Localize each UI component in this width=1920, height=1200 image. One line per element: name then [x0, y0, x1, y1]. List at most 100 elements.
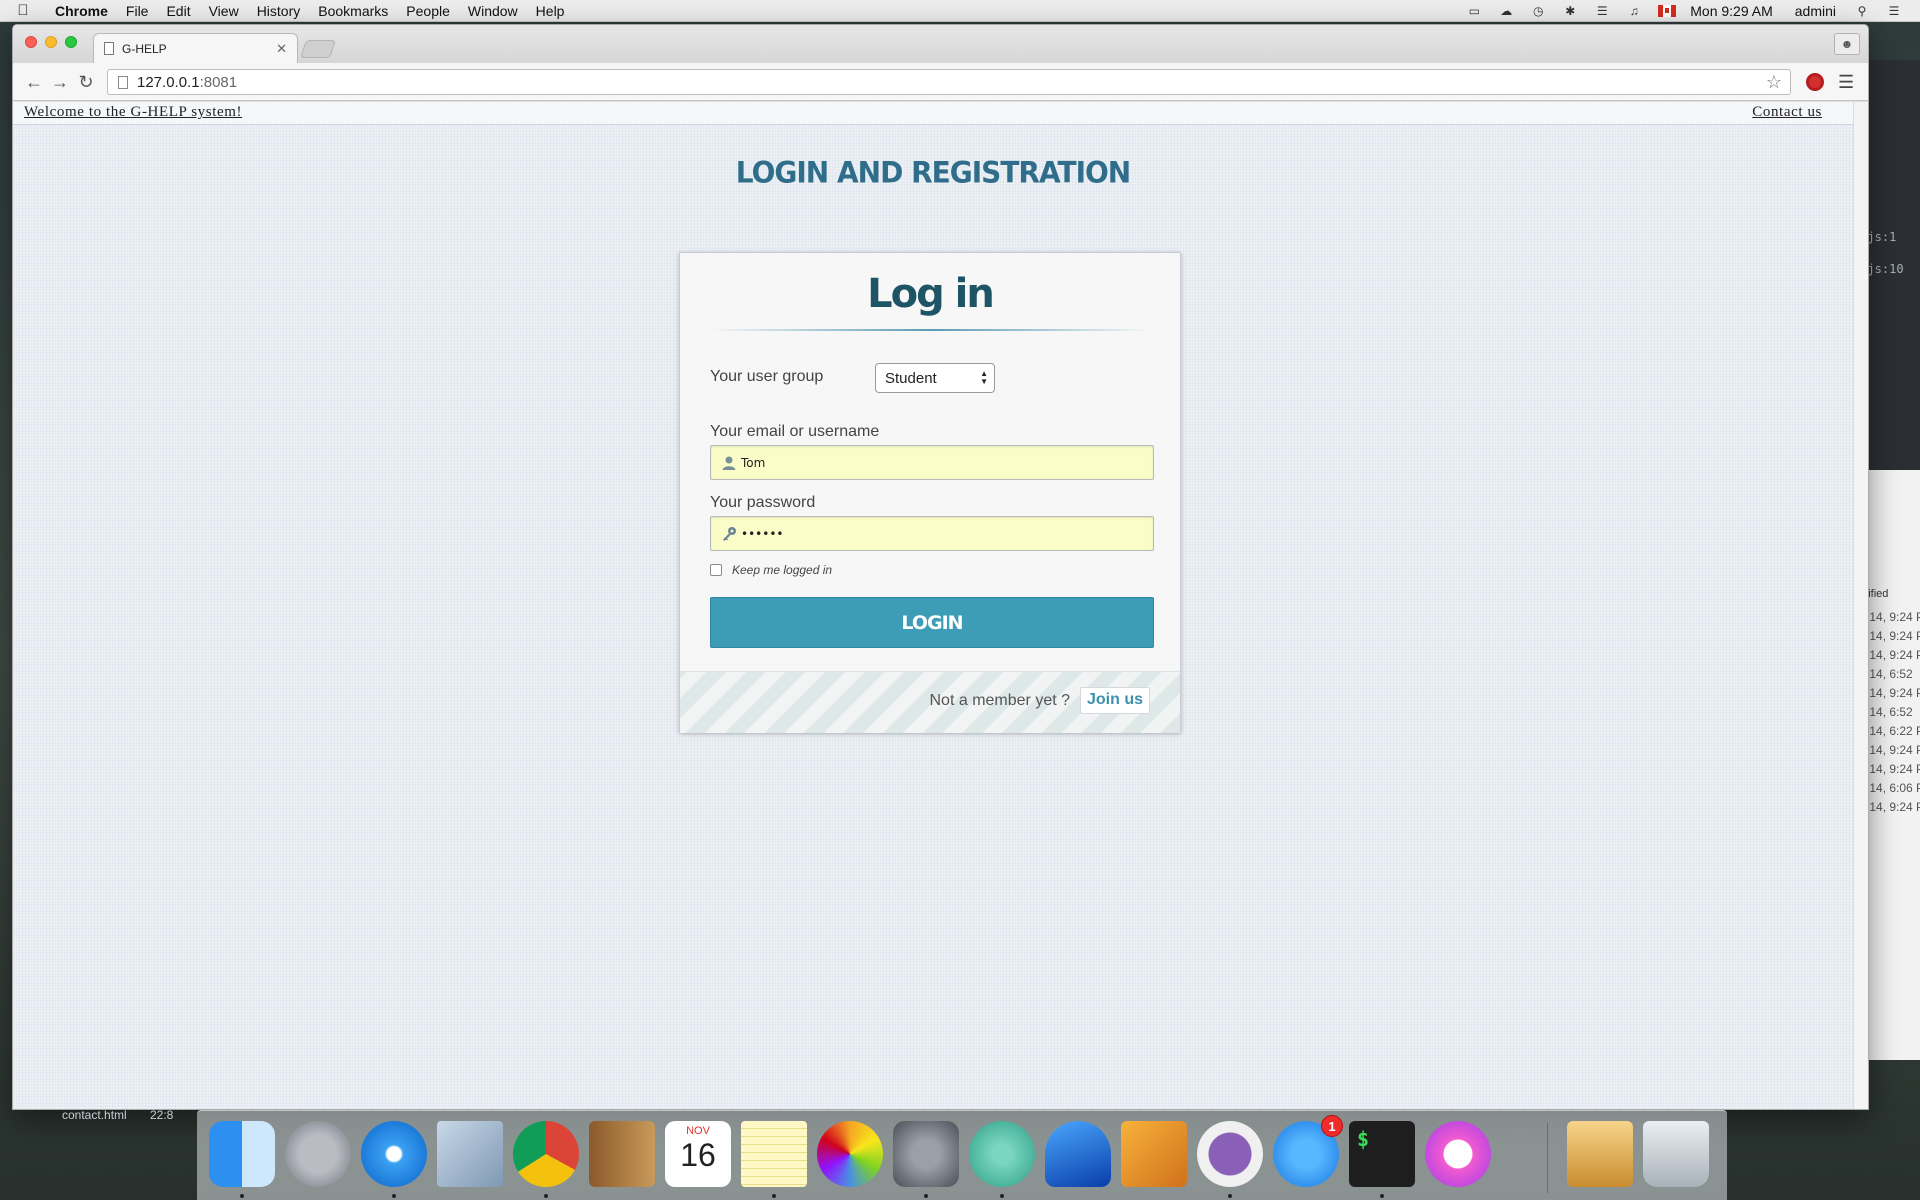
site-top-bar: Welcome to the G-HELP system! Contact us	[13, 102, 1853, 125]
minimize-window-button[interactable]	[45, 36, 57, 48]
menu-app-name[interactable]: Chrome	[46, 3, 117, 19]
running-indicator	[1000, 1194, 1004, 1198]
desktop-file-position: 22:8	[150, 1108, 174, 1122]
notification-center-icon[interactable]: ☰	[1885, 4, 1903, 18]
safari-icon[interactable]	[361, 1121, 427, 1187]
user-group-select[interactable]: Student ▲ ▼	[875, 363, 995, 393]
address-bar[interactable]: 127.0.0.1:8081 ☆	[107, 69, 1791, 95]
menu-edit[interactable]: Edit	[157, 3, 199, 19]
launchpad-icon[interactable]	[285, 1121, 351, 1187]
spotlight-icon[interactable]: ⚲	[1853, 4, 1871, 18]
bluetooth-icon[interactable]: ✱	[1561, 4, 1579, 18]
remember-me-label[interactable]: Keep me logged in	[732, 563, 832, 577]
apple-menu-icon[interactable]: 	[0, 2, 46, 19]
time-machine-icon[interactable]: ◷	[1529, 4, 1547, 18]
url-port: :8081	[199, 73, 238, 91]
running-indicator	[772, 1194, 776, 1198]
trash-icon[interactable]	[1643, 1121, 1709, 1187]
menu-file[interactable]: File	[117, 3, 158, 19]
new-tab-button[interactable]	[300, 40, 336, 58]
user-group-selected-value: Student	[885, 369, 937, 387]
contact-us-link[interactable]: Contact us	[1752, 104, 1822, 121]
macos-dock: NOV 16 1 $	[197, 1110, 1727, 1200]
installer-package-icon[interactable]	[1567, 1121, 1633, 1187]
airplay-icon[interactable]: ▭	[1465, 4, 1483, 18]
system-preferences-icon[interactable]	[893, 1121, 959, 1187]
browser-tab[interactable]: G-HELP ✕	[93, 33, 298, 63]
reload-icon[interactable]: ↻	[75, 71, 97, 93]
chrome-titlebar: G-HELP ✕ ☻	[13, 25, 1868, 63]
atom-icon[interactable]	[969, 1121, 1035, 1187]
calendar-month: NOV	[686, 1125, 710, 1137]
password-input[interactable]	[741, 517, 1141, 550]
login-button[interactable]: LOGIN	[710, 597, 1154, 648]
extension-icon[interactable]	[1806, 73, 1824, 91]
input-source-flag-icon[interactable]	[1658, 4, 1677, 17]
terminal-icon[interactable]: $	[1349, 1121, 1415, 1187]
title-divider	[710, 329, 1152, 331]
desktop-file-label: contact.html	[62, 1108, 127, 1122]
contacts-icon[interactable]	[589, 1121, 655, 1187]
select-arrows-icon: ▲ ▼	[980, 369, 988, 386]
menu-clock[interactable]: Mon 9:29 AM	[1690, 3, 1773, 19]
username-field	[710, 445, 1154, 480]
user-group-label: Your user group	[710, 368, 824, 385]
running-indicator	[924, 1194, 928, 1198]
username-input[interactable]	[741, 446, 1141, 479]
app-store-icon[interactable]: 1	[1273, 1115, 1343, 1187]
join-us-button[interactable]: Join us	[1079, 687, 1150, 714]
running-indicator	[392, 1194, 396, 1198]
menu-bookmarks[interactable]: Bookmarks	[309, 3, 397, 19]
user-icon	[722, 456, 736, 470]
zoom-window-button[interactable]	[65, 36, 77, 48]
username-label: Your email or username	[710, 423, 880, 440]
page-scrollbar[interactable]	[1853, 102, 1868, 1109]
wifi-icon[interactable]: ☰	[1593, 4, 1611, 18]
not-member-text: Not a member yet ?	[929, 692, 1071, 709]
volume-icon[interactable]: ♫	[1625, 4, 1643, 18]
page-viewport: Welcome to the G-HELP system! Contact us…	[13, 102, 1853, 1109]
dock-separator	[1547, 1123, 1548, 1193]
calendar-day: 16	[680, 1137, 716, 1173]
login-form: Log in Your user group Student ▲ ▼ Your e…	[679, 252, 1181, 733]
running-indicator	[1380, 1194, 1384, 1198]
itunes-icon[interactable]	[1425, 1121, 1491, 1187]
login-form-footer: Not a member yet ? Join us	[680, 671, 1180, 733]
notes-icon[interactable]	[741, 1121, 807, 1187]
profile-icon[interactable]: ☻	[1834, 33, 1860, 55]
running-indicator	[240, 1194, 244, 1198]
macos-menu-bar:  Chrome File Edit View History Bookmark…	[0, 0, 1920, 22]
login-form-title: Log in	[867, 271, 995, 317]
photos-icon[interactable]	[817, 1121, 883, 1187]
github-desktop-icon[interactable]	[1197, 1121, 1263, 1187]
app-store-badge: 1	[1321, 1115, 1343, 1137]
password-field	[710, 516, 1154, 551]
chrome-menu-icon[interactable]: ☰	[1838, 72, 1854, 93]
menu-user[interactable]: admini	[1795, 3, 1836, 19]
back-icon[interactable]: ←	[23, 71, 45, 93]
url-host: 127.0.0.1	[137, 73, 200, 91]
menu-help[interactable]: Help	[527, 3, 574, 19]
menu-window[interactable]: Window	[459, 3, 527, 19]
chrome-icon[interactable]	[513, 1121, 579, 1187]
remember-me-checkbox[interactable]	[710, 564, 722, 576]
menu-view[interactable]: View	[200, 3, 248, 19]
page-info-icon[interactable]	[118, 75, 128, 89]
bookmark-star-icon[interactable]: ☆	[1766, 72, 1782, 93]
menu-people[interactable]: People	[397, 3, 459, 19]
key-icon	[723, 527, 736, 541]
finder-icon[interactable]	[209, 1121, 275, 1187]
calendar-icon[interactable]: NOV 16	[665, 1121, 731, 1187]
password-label: Your password	[710, 494, 816, 511]
wireshark-icon[interactable]	[1045, 1121, 1111, 1187]
remember-me-row: Keep me logged in	[710, 563, 832, 577]
close-tab-icon[interactable]: ✕	[276, 41, 287, 57]
forward-icon[interactable]: →	[49, 71, 71, 93]
menu-history[interactable]: History	[248, 3, 310, 19]
close-window-button[interactable]	[25, 36, 37, 48]
cloud-icon[interactable]: ☁	[1497, 4, 1515, 18]
preview-icon[interactable]	[1121, 1121, 1187, 1187]
mail-icon[interactable]	[437, 1121, 503, 1187]
running-indicator	[1228, 1194, 1232, 1198]
welcome-link[interactable]: Welcome to the G-HELP system!	[24, 104, 242, 121]
